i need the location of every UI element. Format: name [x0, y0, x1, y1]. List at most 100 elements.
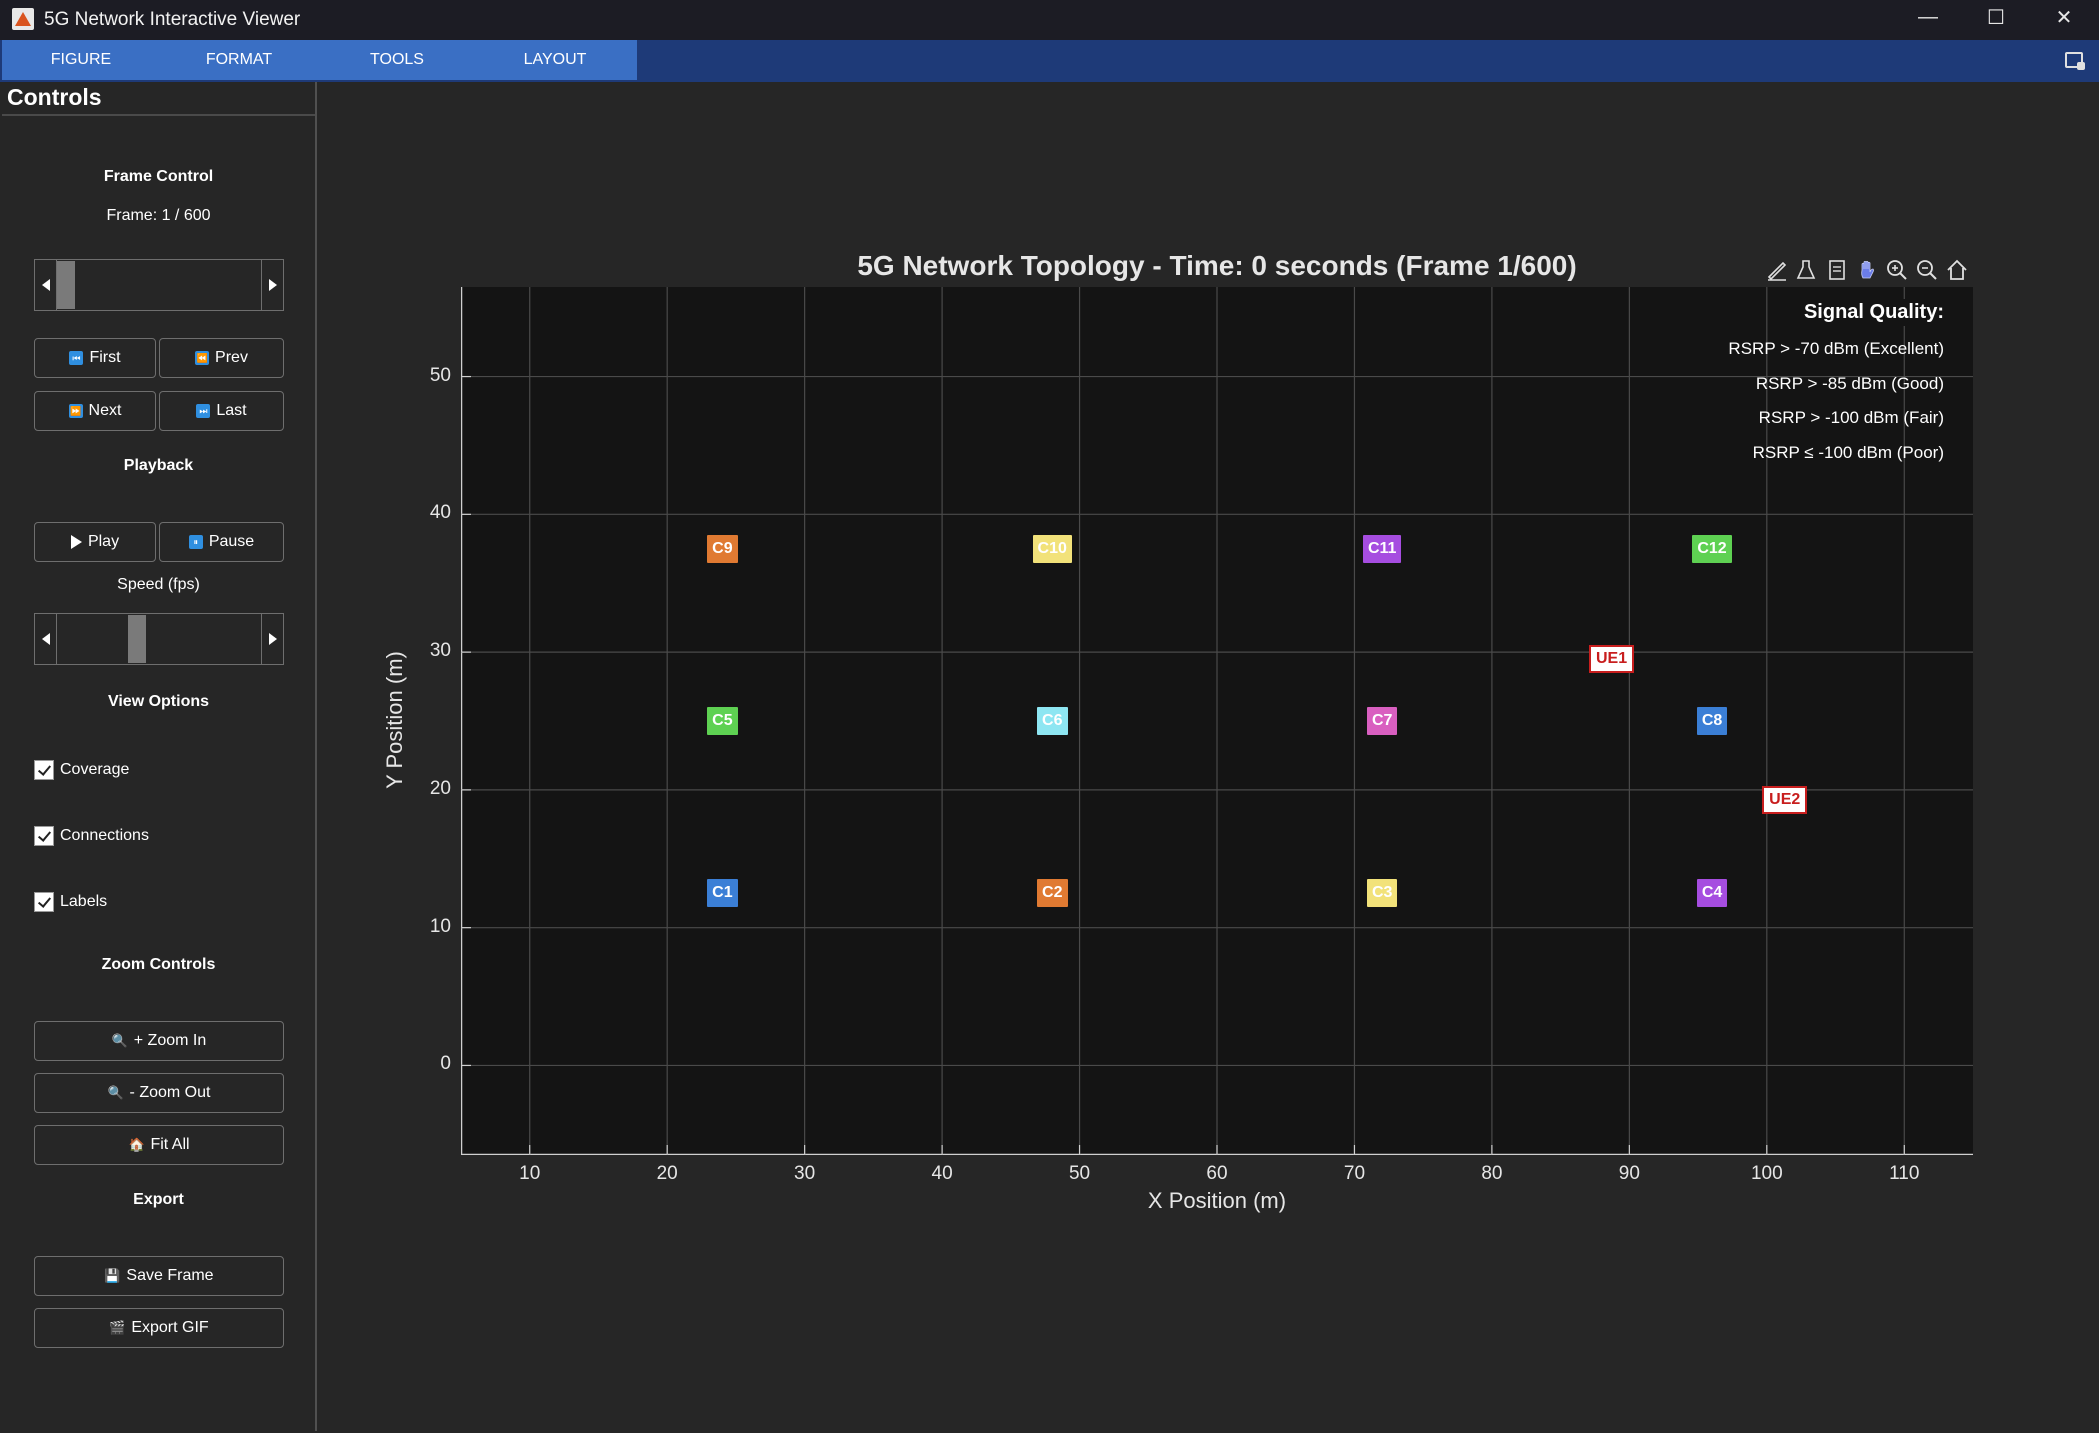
- skip-back-icon: ⏮: [69, 351, 84, 365]
- x-tick-label: 110: [1889, 1163, 1920, 1184]
- first-frame-label: First: [89, 349, 121, 366]
- speed-slider[interactable]: [34, 613, 284, 665]
- fast-forward-icon: ⏩: [68, 404, 83, 418]
- y-axis-label: Y Position (m): [382, 651, 407, 789]
- magnifier-icon: 🔍: [111, 1033, 128, 1048]
- x-tick-label: 100: [1750, 1163, 1783, 1184]
- connections-checkbox-box[interactable]: [34, 826, 54, 846]
- zoom-out-icon[interactable]: [1915, 258, 1939, 282]
- user-equipment-ue2[interactable]: UE2: [1762, 785, 1808, 814]
- tab-layout[interactable]: LAYOUT: [476, 40, 634, 80]
- fit-all-label: Fit All: [150, 1136, 190, 1153]
- cell-site-c5[interactable]: C5: [707, 707, 738, 735]
- cell-site-c1[interactable]: C1: [707, 879, 738, 908]
- restore-view-home-icon[interactable]: [1945, 258, 1969, 282]
- speed-slider-thumb[interactable]: [128, 615, 147, 663]
- export-gif-button[interactable]: 🎬 Export GIF: [34, 1308, 284, 1348]
- legend-item-good: RSRP > -85 dBm (Good): [1755, 374, 1944, 393]
- data-tip-icon[interactable]: [1795, 258, 1819, 282]
- cell-site-c4[interactable]: C4: [1696, 879, 1728, 908]
- export-data-icon[interactable]: [1825, 258, 1849, 282]
- speed-slider-right-arrow[interactable]: [261, 614, 283, 664]
- labels-checkbox-box[interactable]: [34, 892, 54, 912]
- coverage-label: Coverage: [60, 761, 130, 778]
- labels-checkbox[interactable]: Labels: [34, 891, 107, 913]
- x-axis-label: X Position (m): [1147, 1188, 1287, 1213]
- x-tick-label: 70: [1343, 1163, 1366, 1184]
- legend-item-poor: RSRP ≤ -100 dBm (Poor): [1752, 443, 1944, 462]
- y-tick-label: 20: [429, 777, 451, 799]
- speed-slider-left-arrow[interactable]: [35, 614, 57, 664]
- user-equipment-ue1[interactable]: UE1: [1588, 645, 1635, 673]
- export-heading: Export: [133, 1191, 184, 1208]
- cell-site-c11[interactable]: C11: [1362, 534, 1402, 563]
- next-frame-button[interactable]: ⏩ Next: [34, 391, 156, 431]
- labels-label: Labels: [60, 893, 108, 910]
- coverage-checkbox[interactable]: Coverage: [34, 759, 129, 781]
- frame-slider-thumb[interactable]: [57, 261, 75, 309]
- cell-site-c8[interactable]: C8: [1696, 707, 1728, 735]
- x-tick-label: 10: [519, 1163, 541, 1184]
- pause-button[interactable]: ⏸ Pause: [159, 522, 284, 562]
- minimize-button[interactable]: —: [1894, 0, 1962, 34]
- controls-panel: Controls Frame Control Frame: 1 / 600 ⏮ …: [2, 82, 317, 1431]
- undock-icon[interactable]: [2065, 52, 2085, 70]
- frame-slider[interactable]: [34, 259, 284, 311]
- x-tick-label: 60: [1206, 1163, 1228, 1184]
- controls-panel-title: Controls: [7, 84, 102, 110]
- zoom-in-button[interactable]: 🔍 + Zoom In: [34, 1021, 284, 1061]
- tab-format[interactable]: FORMAT: [160, 40, 318, 80]
- pan-hand-icon[interactable]: [1855, 258, 1879, 282]
- cell-site-c6[interactable]: C6: [1037, 707, 1068, 735]
- frame-counter-text: Frame: 1 / 600: [106, 207, 211, 224]
- fit-all-button[interactable]: 🏠 Fit All: [34, 1125, 284, 1165]
- zoom-out-button[interactable]: 🔍 - Zoom Out: [34, 1073, 284, 1113]
- x-tick-label: 30: [794, 1163, 816, 1184]
- floppy-disk-icon: 💾: [104, 1268, 121, 1283]
- frame-slider-right-arrow[interactable]: [261, 260, 283, 310]
- y-tick-label: 50: [429, 364, 451, 386]
- plot-axes[interactable]: [461, 287, 1973, 1155]
- prev-frame-label: Prev: [215, 349, 248, 366]
- frame-slider-left-arrow[interactable]: [35, 260, 57, 310]
- y-tick-label: 10: [429, 915, 451, 937]
- magnifier-icon: 🔍: [107, 1085, 124, 1100]
- cell-site-c12[interactable]: C12: [1692, 534, 1732, 563]
- last-frame-button[interactable]: ⏭ Last: [159, 391, 284, 431]
- cell-site-c3[interactable]: C3: [1366, 879, 1398, 908]
- x-tick-label: 90: [1618, 1163, 1640, 1184]
- cell-site-c2[interactable]: C2: [1037, 879, 1068, 908]
- cell-site-c9[interactable]: C9: [707, 534, 738, 563]
- x-tick-label: 20: [656, 1163, 678, 1184]
- speed-label: Speed (fps): [117, 576, 200, 593]
- save-frame-button[interactable]: 💾 Save Frame: [34, 1256, 284, 1296]
- close-button[interactable]: ✕: [2030, 0, 2098, 34]
- coverage-checkbox-box[interactable]: [34, 760, 54, 780]
- prev-frame-button[interactable]: ⏪ Prev: [159, 338, 284, 378]
- maximize-button[interactable]: ☐: [1962, 0, 2030, 34]
- y-tick-label: 0: [440, 1053, 451, 1075]
- cell-site-c10[interactable]: C10: [1032, 534, 1072, 563]
- legend-title: Signal Quality:: [1797, 299, 1950, 326]
- home-icon: 🏠: [128, 1137, 145, 1152]
- y-tick-label: 40: [429, 502, 451, 524]
- connections-label: Connections: [60, 827, 149, 844]
- brush-data-icon[interactable]: [1765, 258, 1789, 282]
- panel-divider: [2, 114, 315, 116]
- legend-item-excellent: RSRP > -70 dBm (Excellent): [1728, 339, 1944, 358]
- play-button[interactable]: Play: [34, 522, 156, 562]
- tab-tools[interactable]: TOOLS: [318, 40, 476, 80]
- x-tick-label: 80: [1481, 1163, 1503, 1184]
- playback-heading: Playback: [123, 457, 194, 474]
- zoom-in-icon[interactable]: [1885, 258, 1909, 282]
- tab-figure[interactable]: FIGURE: [2, 40, 160, 80]
- first-frame-button[interactable]: ⏮ First: [34, 338, 156, 378]
- next-frame-label: Next: [88, 402, 122, 419]
- last-frame-label: Last: [216, 402, 247, 419]
- frame-control-heading: Frame Control: [103, 168, 214, 185]
- pause-icon: ⏸: [188, 535, 203, 549]
- window-title: 5G Network Interactive Viewer: [44, 9, 301, 30]
- connections-checkbox[interactable]: Connections: [34, 825, 149, 847]
- cell-site-c7[interactable]: C7: [1366, 707, 1398, 735]
- y-tick-label: 30: [429, 640, 451, 662]
